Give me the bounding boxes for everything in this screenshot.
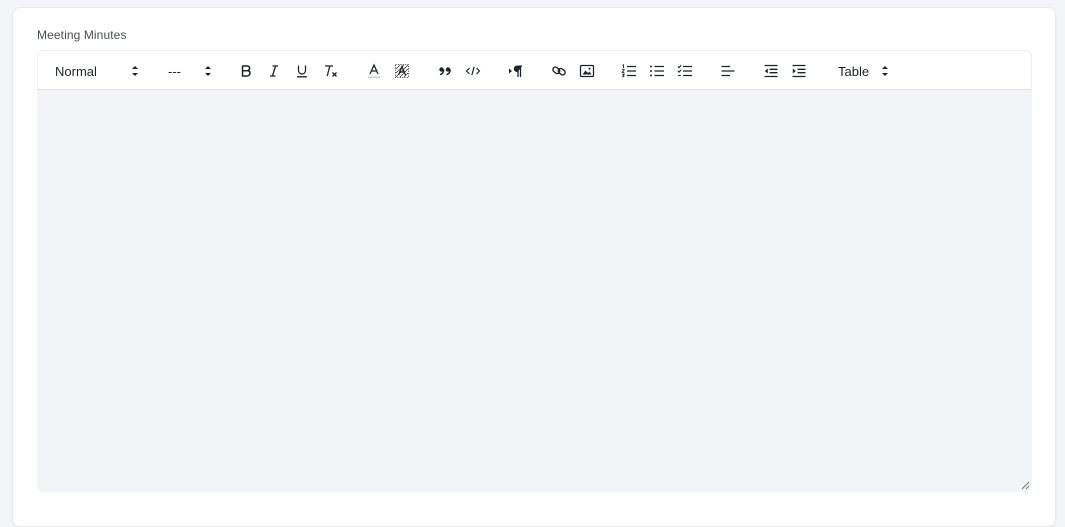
size-select-value: --- — [168, 63, 181, 79]
table-select[interactable]: Table — [838, 51, 893, 91]
size-select[interactable]: --- — [168, 51, 213, 91]
font-color-button[interactable] — [365, 51, 383, 91]
code-block-button[interactable] — [464, 51, 482, 91]
bold-icon — [241, 65, 251, 77]
image-button[interactable] — [577, 51, 597, 91]
rich-text-editor: Normal --- Table — [37, 50, 1032, 492]
underline-icon — [297, 65, 307, 78]
underline-button[interactable] — [293, 51, 311, 91]
image-icon — [579, 64, 595, 78]
blockquote-button[interactable] — [436, 51, 454, 91]
clear-format-button[interactable] — [321, 51, 341, 91]
chevron-updown-icon — [881, 64, 889, 81]
bullet-list-icon — [650, 65, 664, 77]
chevron-updown-icon — [204, 64, 212, 81]
bold-button[interactable] — [237, 51, 255, 91]
align-left-button[interactable] — [718, 51, 738, 91]
indent-button[interactable] — [789, 51, 809, 91]
header-select[interactable]: Normal — [55, 51, 141, 91]
editor-content-area[interactable] — [37, 90, 1032, 492]
blockquote-icon — [439, 67, 451, 76]
bullet-list-button[interactable] — [647, 51, 667, 91]
resize-handle-icon[interactable] — [1020, 480, 1030, 490]
ordered-list-button[interactable] — [619, 51, 639, 91]
code-block-icon — [465, 66, 481, 76]
link-icon — [552, 66, 566, 76]
font-color-icon — [368, 63, 380, 79]
form-card: Meeting Minutes Normal --- Table — [12, 7, 1056, 527]
chevron-updown-icon — [131, 64, 139, 81]
link-button[interactable] — [549, 51, 569, 91]
header-select-value: Normal — [55, 63, 97, 79]
ordered-list-icon — [621, 64, 636, 78]
italic-button[interactable] — [265, 51, 283, 91]
field-label: Meeting Minutes — [37, 28, 127, 42]
check-list-button[interactable] — [675, 51, 695, 91]
clear-format-icon — [325, 65, 337, 77]
editor-toolbar: Normal --- Table — [37, 50, 1032, 90]
italic-icon — [270, 65, 278, 77]
align-left-icon — [721, 65, 735, 77]
check-list-icon — [677, 64, 692, 77]
background-color-icon — [395, 64, 409, 78]
text-direction-button[interactable] — [506, 51, 526, 91]
text-direction-icon — [509, 65, 522, 77]
outdent-button[interactable] — [761, 51, 781, 91]
outdent-icon — [764, 64, 778, 78]
table-select-value: Table — [838, 63, 870, 79]
indent-icon — [792, 64, 806, 78]
background-color-button[interactable] — [393, 51, 411, 91]
